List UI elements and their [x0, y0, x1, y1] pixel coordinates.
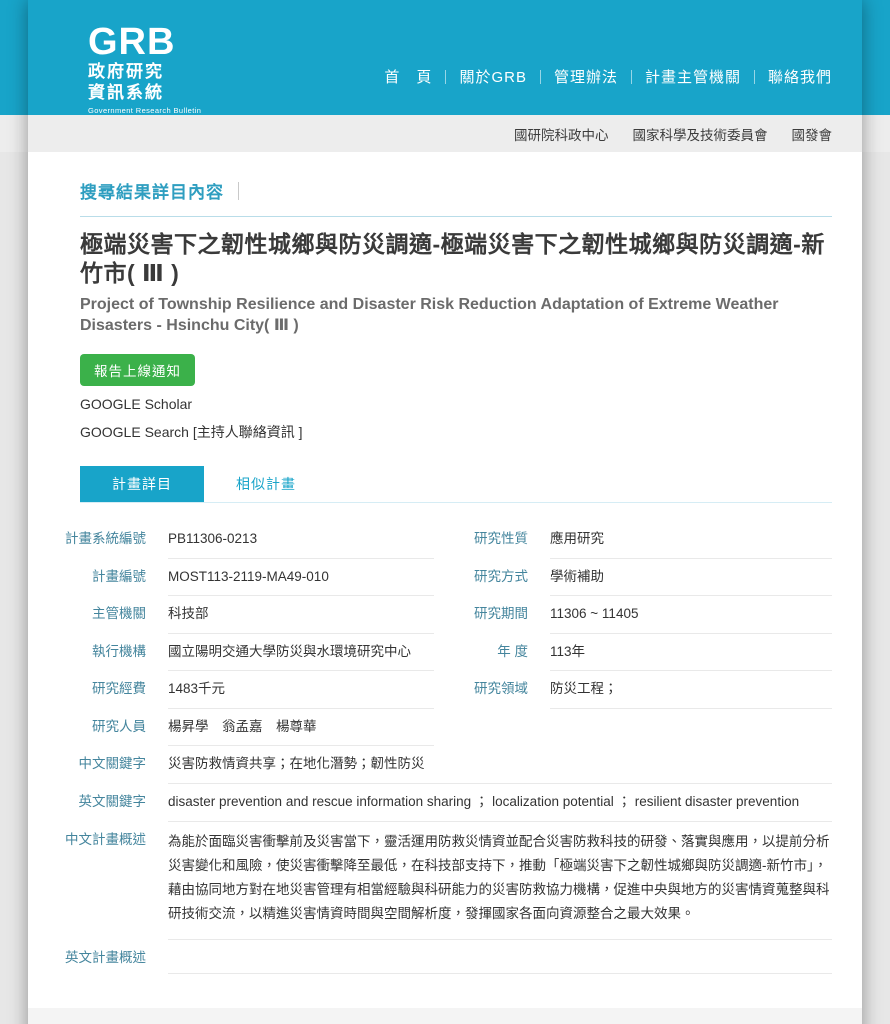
- field-row-funding: 研究經費 1483千元: [58, 671, 434, 709]
- tab-similar-projects[interactable]: 相似計畫: [204, 466, 328, 502]
- subnav-nstc[interactable]: 國家科學及技術委員會: [633, 124, 768, 144]
- nav-authorities[interactable]: 計畫主管機關: [645, 66, 741, 87]
- field-label: 年 度: [456, 642, 528, 672]
- grb-logo[interactable]: GRB 政府研究 資訊系統 Government Research Bullet…: [88, 24, 278, 115]
- field-value: 學術補助: [550, 567, 832, 597]
- field-row-system-id: 計畫系統編號 PB11306-0213: [58, 521, 434, 559]
- nav-separator: [631, 70, 632, 84]
- field-value: disaster prevention and rescue informati…: [168, 792, 832, 822]
- logo-acronym: GRB: [88, 24, 278, 60]
- field-value: 1483千元: [168, 679, 434, 709]
- logo-subtitle: Government Research Bulletin: [88, 106, 278, 115]
- field-value: PB11306-0213: [168, 529, 434, 559]
- nav-about-grb[interactable]: 關於GRB: [459, 66, 527, 87]
- main-content: 搜尋結果詳目內容 極端災害下之韌性城鄉與防災調適-極端災害下之韌性城鄉與防災調適…: [28, 152, 862, 1008]
- field-row-project-no: 計畫編號 MOST113-2119-MA49-010: [58, 559, 434, 597]
- nav-contact[interactable]: 聯絡我們: [768, 66, 832, 87]
- nav-regulations[interactable]: 管理辦法: [554, 66, 618, 87]
- tab-bar: 計畫詳目 相似計畫: [80, 466, 832, 503]
- field-label: 研究經費: [58, 679, 146, 709]
- field-row-researchers: 研究人員 楊昇學 翁孟嘉 楊尊華: [58, 709, 434, 747]
- fields-left-column: 計畫系統編號 PB11306-0213 計畫編號 MOST113-2119-MA…: [58, 521, 434, 746]
- fields-right-column: 研究性質 應用研究 研究方式 學術補助 研究期間 11306 ~ 11405 年…: [456, 521, 832, 709]
- project-title-en: Project of Township Resilience and Disas…: [80, 294, 832, 337]
- field-label: 研究性質: [456, 529, 528, 559]
- field-row-research-nature: 研究性質 應用研究: [456, 521, 832, 559]
- page-container: GRB 政府研究 資訊系統 Government Research Bullet…: [28, 0, 862, 1024]
- nav-separator: [445, 70, 446, 84]
- google-search-link[interactable]: GOOGLE Search [主持人聯絡資訊 ]: [80, 422, 303, 442]
- field-label: 研究期間: [456, 604, 528, 634]
- logo-line1: 政府研究: [88, 63, 278, 81]
- field-value: 應用研究: [550, 529, 832, 559]
- site-header: GRB 政府研究 資訊系統 Government Research Bullet…: [28, 0, 862, 115]
- page-heading: 搜尋結果詳目內容: [80, 178, 832, 203]
- field-label: 研究領域: [456, 679, 528, 709]
- field-value: 楊昇學 翁孟嘉 楊尊華: [168, 717, 434, 747]
- logo-line2: 資訊系統: [88, 84, 278, 102]
- field-value: 防災工程；: [550, 679, 832, 709]
- field-row-keywords-zh: 中文關鍵字 災害防救情資共享；在地化潛勢；韌性防災: [58, 746, 832, 784]
- field-label: 中文關鍵字: [58, 754, 146, 784]
- site-footer: GRB 政府研究 資訊系統 Government Research Bullet…: [28, 1008, 862, 1024]
- field-label: 計畫系統編號: [58, 529, 146, 559]
- heading-divider: [238, 182, 239, 200]
- project-fields: 計畫系統編號 PB11306-0213 計畫編號 MOST113-2119-MA…: [58, 521, 832, 974]
- report-online-notify-button[interactable]: 報告上線通知: [80, 354, 195, 386]
- field-row-abstract-zh: 中文計畫概述 為能於面臨災害衝擊前及災害當下，靈活運用防救災情資並配合災害防救科…: [58, 822, 832, 940]
- field-value: 科技部: [168, 604, 434, 634]
- field-label: 英文計畫概述: [58, 948, 146, 974]
- nav-home[interactable]: 首 頁: [384, 66, 432, 87]
- field-value: 113年: [550, 642, 832, 672]
- google-scholar-link[interactable]: GOOGLE Scholar: [80, 396, 192, 412]
- page-title: 搜尋結果詳目內容: [80, 178, 224, 203]
- field-value: MOST113-2119-MA49-010: [168, 567, 434, 597]
- field-label: 英文關鍵字: [58, 792, 146, 822]
- field-label: 中文計畫概述: [58, 830, 146, 940]
- field-value: 為能於面臨災害衝擊前及災害當下，靈活運用防救災情資並配合災害防救科技的研發、落實…: [168, 830, 832, 940]
- subnav-stpi[interactable]: 國研院科政中心: [514, 124, 609, 144]
- field-label: 主管機關: [58, 604, 146, 634]
- field-row-abstract-en: 英文計畫概述: [58, 940, 832, 974]
- field-row-research-field: 研究領域 防災工程；: [456, 671, 832, 709]
- field-row-institution: 執行機構 國立陽明交通大學防災與水環境研究中心: [58, 634, 434, 672]
- field-value: 災害防救情資共享；在地化潛勢；韌性防災: [168, 754, 832, 784]
- nav-separator: [754, 70, 755, 84]
- field-row-research-method: 研究方式 學術補助: [456, 559, 832, 597]
- tab-project-detail[interactable]: 計畫詳目: [80, 466, 204, 502]
- nav-separator: [540, 70, 541, 84]
- field-row-year: 年 度 113年: [456, 634, 832, 672]
- field-label: 研究人員: [58, 717, 146, 747]
- field-value: 11306 ~ 11405: [550, 604, 832, 634]
- field-label: 研究方式: [456, 567, 528, 597]
- field-label: 執行機構: [58, 642, 146, 672]
- heading-rule: [80, 216, 832, 217]
- project-title-zh: 極端災害下之韌性城鄉與防災調適-極端災害下之韌性城鄉與防災調適-新竹市( Ⅲ ): [80, 230, 832, 289]
- main-nav: 首 頁 關於GRB 管理辦法 計畫主管機關 聯絡我們: [384, 66, 832, 87]
- field-row-authority: 主管機關 科技部: [58, 596, 434, 634]
- field-row-keywords-en: 英文關鍵字 disaster prevention and rescue inf…: [58, 784, 832, 822]
- field-value: 國立陽明交通大學防災與水環境研究中心: [168, 642, 434, 672]
- field-value: [168, 948, 832, 974]
- subnav-ndc[interactable]: 國發會: [792, 124, 833, 144]
- subnav: 國研院科政中心 國家科學及技術委員會 國發會: [28, 115, 862, 152]
- field-label: 計畫編號: [58, 567, 146, 597]
- field-row-research-period: 研究期間 11306 ~ 11405: [456, 596, 832, 634]
